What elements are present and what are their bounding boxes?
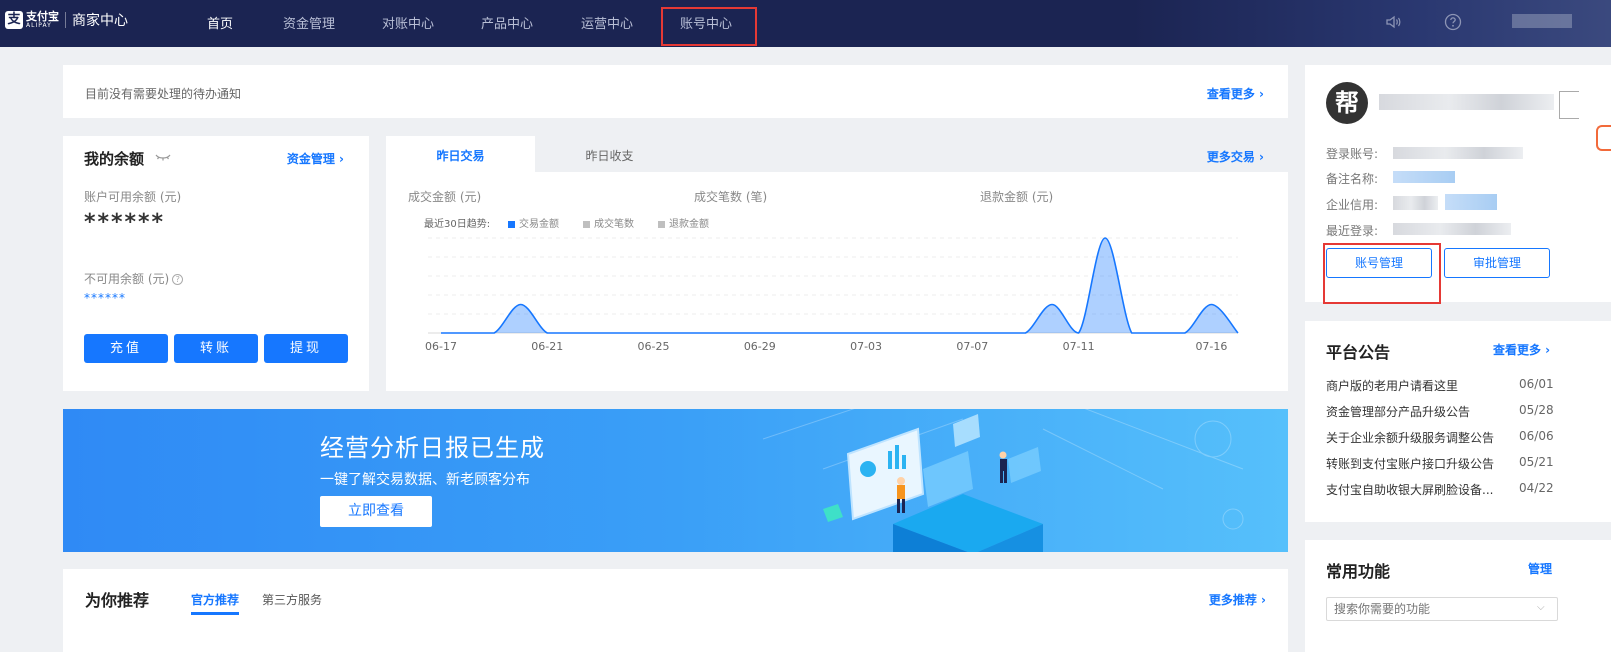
announcement-item[interactable]: 资金管理部分产品升级公告 xyxy=(1326,403,1506,420)
app-title: 商家中心 xyxy=(72,13,128,29)
nav-item-home[interactable]: 首页 xyxy=(207,13,233,32)
transactions-card: 昨日交易 昨日收支 更多交易 › 成交金额 (元) 成交笔数 (笔) 退款金额 … xyxy=(386,136,1288,391)
more-recommend-link[interactable]: 更多推荐 › xyxy=(1209,591,1266,608)
common-functions-title: 常用功能 xyxy=(1326,562,1391,581)
funds-management-link[interactable]: 资金管理 › xyxy=(287,150,344,167)
user-menu-blurred[interactable] xyxy=(1512,14,1572,28)
announcements-card: 平台公告 查看更多 › 商户版的老用户请看这里 06/01 资金管理部分产品升级… xyxy=(1305,321,1611,522)
unavailable-balance-value: ****** xyxy=(84,291,126,305)
question-icon[interactable]: ? xyxy=(172,274,184,285)
recharge-button[interactable]: 充值 xyxy=(84,334,168,363)
todo-notice-card: 目前没有需要处理的待办通知 查看更多 › xyxy=(63,65,1288,118)
enterprise-credit-badge-blurred xyxy=(1445,194,1497,210)
remark-name-label: 备注名称: xyxy=(1326,172,1379,186)
top-nav-bar: 支 支付宝 ALIPAY 商家中心 首页 资金管理 对账中心 产品中心 运营中心… xyxy=(0,0,1611,47)
common-functions-card: 常用功能 管理 ⌵ xyxy=(1305,540,1611,652)
withdraw-button[interactable]: 提现 xyxy=(264,334,348,363)
chart-area-fill xyxy=(441,238,1238,333)
todo-notice-text: 目前没有需要处理的待办通知 xyxy=(85,87,242,101)
chart-x-tick-label: 07-11 xyxy=(1063,340,1095,353)
notice-more-link[interactable]: 查看更多 › xyxy=(1207,85,1264,102)
login-account-blurred xyxy=(1393,147,1523,159)
logo-brand: 支付宝 ALIPAY xyxy=(26,11,59,29)
trend-chart: 06-17 06-21 06-25 06-29 07-03 07-07 07-11 07-16 xyxy=(425,237,1239,353)
balance-card: 我的余额 资金管理 › 账户可用余额 (元) ****** 不可用余额 (元)?… xyxy=(63,136,369,391)
nav-item-operations[interactable]: 运营中心 xyxy=(581,13,633,32)
announcement-date: 05/21 xyxy=(1519,455,1554,469)
nav-item-reconciliation[interactable]: 对账中心 xyxy=(382,13,434,32)
available-balance-value: ****** xyxy=(84,210,166,235)
transfer-button[interactable]: 转账 xyxy=(174,334,258,363)
enterprise-credit-label: 企业信用: xyxy=(1326,198,1379,212)
enterprise-credit-blurred xyxy=(1393,196,1438,210)
tab-official-recommend[interactable]: 官方推荐 xyxy=(191,591,240,615)
logo-divider xyxy=(65,12,66,28)
function-search-input[interactable] xyxy=(1326,597,1558,621)
announcement-item[interactable]: 关于企业余额升级服务调整公告 xyxy=(1326,429,1506,446)
recommend-title: 为你推荐 xyxy=(85,591,150,610)
annotation-highlight-account-management xyxy=(1323,243,1441,304)
announcements-title: 平台公告 xyxy=(1326,343,1391,362)
announcement-date: 04/22 xyxy=(1519,481,1554,495)
nav-item-funds[interactable]: 资金管理 xyxy=(283,13,335,32)
logo-brand-cn: 支付宝 xyxy=(26,10,59,23)
approval-management-button[interactable]: 审批管理 xyxy=(1444,248,1550,278)
tab-third-party-services[interactable]: 第三方服务 xyxy=(262,591,322,608)
account-name-blurred xyxy=(1379,94,1554,110)
announcement-item[interactable]: 转账到支付宝账户接口升级公告 xyxy=(1326,455,1506,472)
remark-name-blurred xyxy=(1393,171,1455,183)
recommend-card: 为你推荐 官方推荐 第三方服务 更多推荐 › xyxy=(63,569,1288,652)
chart-x-tick-label: 06-29 xyxy=(744,340,776,353)
annotation-highlight-account-center xyxy=(661,7,757,46)
daily-report-banner[interactable]: 经营分析日报已生成 一键了解交易数据、新老顾客分布 立即查看 xyxy=(63,409,1288,552)
side-float-icon[interactable] xyxy=(1596,125,1611,151)
speaker-icon[interactable] xyxy=(1384,13,1402,31)
chevron-down-icon[interactable]: ⌵ xyxy=(1537,602,1545,613)
balance-title: 我的余额 xyxy=(84,150,145,168)
chart-x-tick-label: 06-21 xyxy=(531,340,563,353)
logo-brand-en: ALIPAY xyxy=(26,22,52,29)
help-icon[interactable] xyxy=(1444,13,1462,31)
banner-title: 经营分析日报已生成 xyxy=(320,434,545,462)
nav-item-products[interactable]: 产品中心 xyxy=(481,13,533,32)
functions-manage-link[interactable]: 管理 xyxy=(1528,560,1552,577)
account-name-edit[interactable] xyxy=(1559,91,1579,119)
banner-subtitle: 一键了解交易数据、新老顾客分布 xyxy=(320,472,530,488)
announcements-more-link[interactable]: 查看更多 › xyxy=(1493,341,1550,358)
eye-closed-icon[interactable] xyxy=(155,152,171,162)
view-now-button[interactable]: 立即查看 xyxy=(320,496,432,527)
announcement-item[interactable]: 支付宝自助收银大屏刷脸设备... xyxy=(1326,481,1506,498)
chart-x-tick-label: 06-25 xyxy=(638,340,670,353)
chart-x-tick-label: 07-07 xyxy=(956,340,988,353)
alipay-logo[interactable]: 支 支付宝 ALIPAY 商家中心 xyxy=(5,10,128,30)
announcement-date: 06/01 xyxy=(1519,377,1554,391)
alipay-logo-icon: 支 xyxy=(5,11,23,29)
chart-x-tick-label: 07-03 xyxy=(850,340,882,353)
banner-illustration xyxy=(762,409,1244,552)
unavailable-balance-label-text: 不可用余额 (元) xyxy=(84,272,170,286)
available-balance-label: 账户可用余额 (元) xyxy=(84,190,182,204)
chart-x-tick-label: 07-16 xyxy=(1195,340,1227,353)
announcement-item[interactable]: 商户版的老用户请看这里 xyxy=(1326,377,1506,394)
login-account-label: 登录账号: xyxy=(1326,147,1379,161)
avatar[interactable]: 帮 xyxy=(1326,82,1368,124)
last-login-label: 最近登录: xyxy=(1326,224,1379,238)
last-login-blurred xyxy=(1393,223,1511,235)
announcement-date: 05/28 xyxy=(1519,403,1554,417)
chart-x-tick-label: 06-17 xyxy=(425,340,457,353)
unavailable-balance-label: 不可用余额 (元)? xyxy=(84,270,184,287)
announcement-date: 06/06 xyxy=(1519,429,1554,443)
